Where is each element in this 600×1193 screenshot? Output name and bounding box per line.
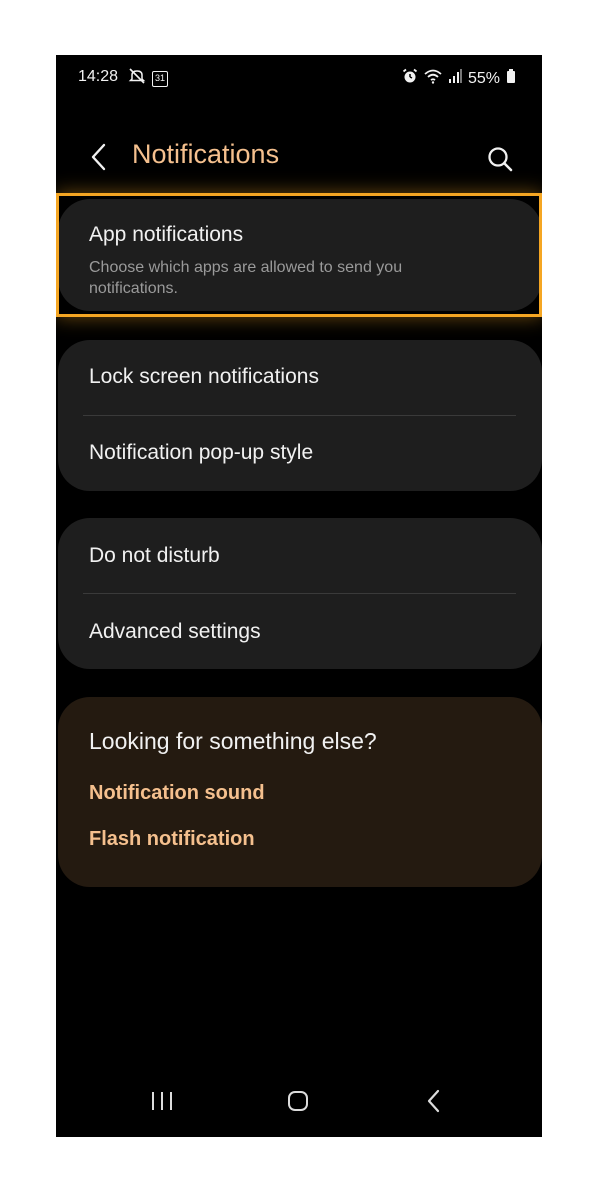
back-chevron-icon <box>91 143 106 171</box>
item-title: App notifications <box>89 223 244 246</box>
item-title: Do not disturb <box>89 544 220 567</box>
signal-icon <box>448 68 462 89</box>
suggestions-card: Looking for something else? Notification… <box>58 697 542 887</box>
link-flash-notification[interactable]: Flash notification <box>89 828 255 851</box>
status-bar: 14:28 31 55% <box>56 55 542 99</box>
battery-label: 55% <box>467 69 500 87</box>
menu-item-lock-screen-notifications[interactable]: Lock screen notifications <box>58 340 542 415</box>
nav-back-button[interactable] <box>414 1081 454 1121</box>
phone-screen: 14:28 31 55% Notifications App notificat… <box>56 55 542 1137</box>
battery-icon <box>506 68 516 89</box>
lock-screen-group-card: Lock screen notifications Notification p… <box>58 340 542 491</box>
status-left-icons: 31 <box>128 68 168 89</box>
page-title: Notifications <box>132 139 280 169</box>
mute-icon <box>128 68 146 89</box>
wifi-icon <box>424 68 442 89</box>
status-time: 14:28 <box>78 68 119 85</box>
item-title: Lock screen notifications <box>89 365 319 388</box>
status-right-icons: 55% <box>402 68 516 89</box>
search-button[interactable] <box>482 141 518 177</box>
app-header: Notifications <box>56 125 542 189</box>
menu-item-advanced-settings[interactable]: Advanced settings <box>58 594 542 669</box>
dnd-group-card: Do not disturb Advanced settings <box>58 518 542 669</box>
item-title: Notification pop-up style <box>89 441 314 464</box>
app-notifications-card: App notifications Choose which apps are … <box>58 199 542 311</box>
link-notification-sound[interactable]: Notification sound <box>89 782 265 805</box>
home-button[interactable] <box>278 1081 318 1121</box>
back-button[interactable] <box>84 139 114 175</box>
recents-button[interactable] <box>142 1081 182 1121</box>
search-icon <box>488 147 513 172</box>
back-icon <box>427 1089 440 1113</box>
item-subtitle: Choose which apps are allowed to send yo… <box>89 259 403 297</box>
alarm-icon <box>402 68 418 89</box>
menu-item-app-notifications[interactable]: App notifications Choose which apps are … <box>58 199 542 311</box>
home-icon <box>288 1091 308 1111</box>
recents-icon <box>152 1092 172 1110</box>
menu-item-notification-popup-style[interactable]: Notification pop-up style <box>58 416 542 491</box>
menu-item-do-not-disturb[interactable]: Do not disturb <box>58 518 542 593</box>
item-title: Advanced settings <box>89 620 261 643</box>
navigation-bar <box>56 1067 542 1137</box>
suggestions-title: Looking for something else? <box>89 728 377 754</box>
calendar-icon: 31 <box>152 70 168 87</box>
calendar-day: 31 <box>154 72 165 83</box>
